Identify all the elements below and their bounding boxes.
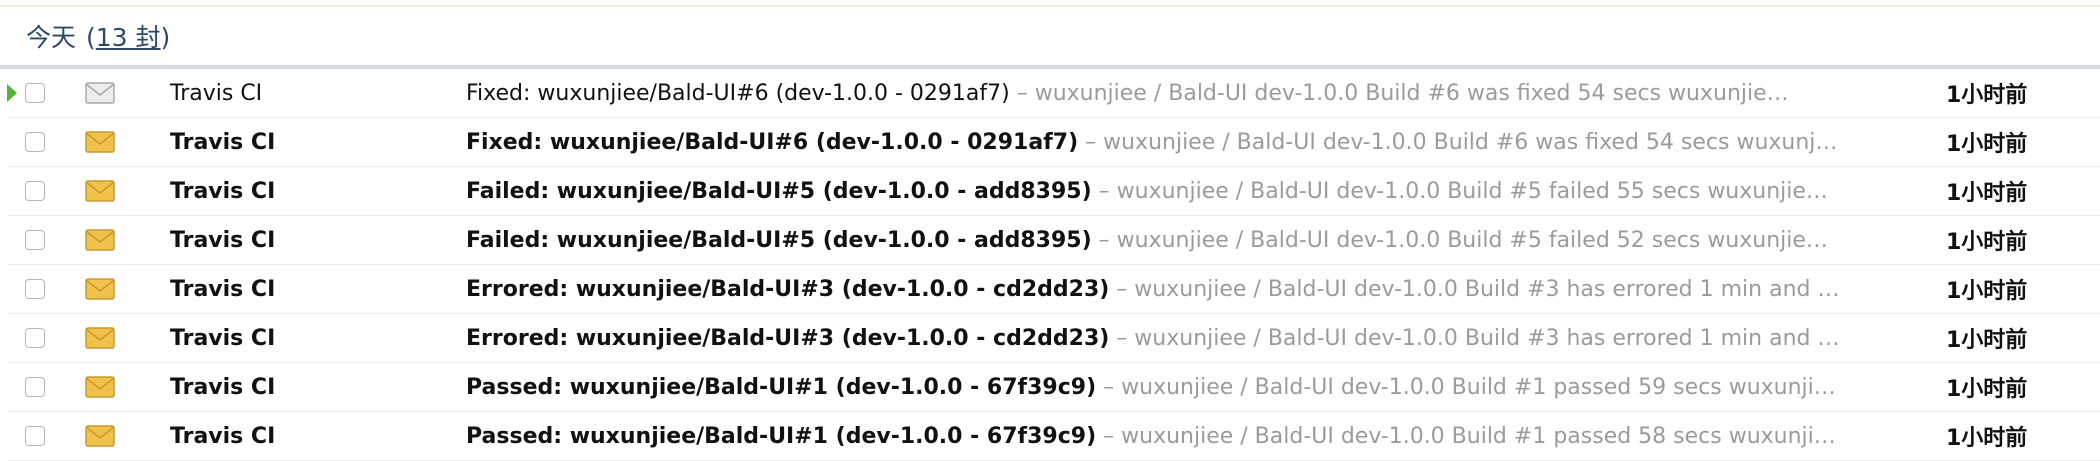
mail-row[interactable]: Travis CI Errored: wuxunjiee/Bald-UI#3 (d… [8,265,2100,314]
mail-count-close: ) [160,23,171,52]
mail-count-open: ( [86,23,96,52]
mail-row[interactable]: Travis CI Errored: wuxunjiee/Bald-UI#3 (d… [8,314,2100,363]
mail-sender: Travis CI [170,276,276,302]
mail-preview: – wuxunjiee / Bald-UI dev-1.0.0 Build #1… [1096,423,1836,449]
mail-subject: Errored: wuxunjiee/Bald-UI#3 (dev-1.0.0 … [466,325,1110,351]
mail-subject: Failed: wuxunjiee/Bald-UI#5 (dev-1.0.0 -… [466,227,1092,253]
mail-preview: – wuxunjiee / Bald-UI dev-1.0.0 Build #5… [1091,178,1828,204]
row-checkbox[interactable] [25,83,45,103]
mail-summary: Failed: wuxunjiee/Bald-UI#5 (dev-1.0.0 -… [466,228,1916,253]
row-checkbox[interactable] [25,279,45,299]
date-group-title: 今天 [26,23,77,52]
date-group-header: 今天 (13 封) [0,7,2100,69]
mail-time: 1小时前 [1946,279,2028,304]
mail-row[interactable]: Travis CI Failed: wuxunjiee/Bald-UI#5 (de… [8,167,2100,216]
mail-subject: Failed: wuxunjiee/Bald-UI#5 (dev-1.0.0 -… [466,178,1092,204]
mail-subject: Fixed: wuxunjiee/Bald-UI#6 (dev-1.0.0 - … [466,129,1079,155]
row-checkbox[interactable] [25,426,45,446]
mail-time: 1小时前 [1946,230,2028,255]
mail-preview: – wuxunjiee / Bald-UI dev-1.0.0 Build #3… [1109,325,1840,351]
mail-sender: Travis CI [170,423,276,449]
mail-time: 1小时前 [1946,377,2028,402]
mail-summary: Fixed: wuxunjiee/Bald-UI#6 (dev-1.0.0 - … [466,130,1916,155]
mail-subject: Passed: wuxunjiee/Bald-UI#1 (dev-1.0.0 -… [466,423,1097,449]
mail-row[interactable]: Travis CI Passed: wuxunjiee/Bald-UI#1 (de… [8,363,2100,412]
top-border [0,0,2100,7]
envelope-icon [85,376,115,398]
envelope-icon [85,327,115,349]
mail-time: 1小时前 [1946,83,2028,108]
mail-row[interactable]: Travis CI Passed: wuxunjiee/Bald-UI#1 (de… [8,412,2100,461]
mail-sender: Travis CI [170,227,276,253]
row-checkbox[interactable] [25,230,45,250]
mail-preview: – wuxunjiee / Bald-UI dev-1.0.0 Build #3… [1109,276,1840,302]
mail-time: 1小时前 [1946,426,2028,451]
envelope-icon [85,131,115,153]
mail-summary: Passed: wuxunjiee/Bald-UI#1 (dev-1.0.0 -… [466,424,1916,449]
envelope-open-icon [85,82,115,104]
envelope-icon [85,180,115,202]
row-checkbox[interactable] [25,181,45,201]
mail-summary: Errored: wuxunjiee/Bald-UI#3 (dev-1.0.0 … [466,326,1916,351]
mail-subject: Fixed: wuxunjiee/Bald-UI#6 (dev-1.0.0 - … [466,80,1010,106]
mail-count-link[interactable]: 13 封 [96,23,161,52]
mail-sender: Travis CI [170,178,276,204]
mail-time: 1小时前 [1946,132,2028,157]
current-row-marker-icon [7,84,17,102]
envelope-icon [85,229,115,251]
mail-summary: Fixed: wuxunjiee/Bald-UI#6 (dev-1.0.0 - … [466,81,1916,106]
mail-preview: – wuxunjiee / Bald-UI dev-1.0.0 Build #6… [1009,80,1789,106]
mail-list: Travis CI Fixed: wuxunjiee/Bald-UI#6 (dev… [0,69,2100,461]
mail-time: 1小时前 [1946,328,2028,353]
mail-time: 1小时前 [1946,181,2028,206]
mail-subject: Passed: wuxunjiee/Bald-UI#1 (dev-1.0.0 -… [466,374,1097,400]
mail-sender: Travis CI [170,80,263,106]
envelope-icon [85,425,115,447]
mail-row[interactable]: Travis CI Fixed: wuxunjiee/Bald-UI#6 (dev… [7,69,2100,118]
mail-preview: – wuxunjiee / Bald-UI dev-1.0.0 Build #1… [1096,374,1836,400]
mail-row[interactable]: Travis CI Failed: wuxunjiee/Bald-UI#5 (de… [8,216,2100,265]
mail-sender: Travis CI [170,374,276,400]
mail-row[interactable]: Travis CI Fixed: wuxunjiee/Bald-UI#6 (dev… [8,118,2100,167]
mail-sender: Travis CI [170,325,276,351]
mail-preview: – wuxunjiee / Bald-UI dev-1.0.0 Build #5… [1091,227,1828,253]
envelope-icon [85,278,115,300]
mail-count: (13 封) [86,18,170,54]
row-checkbox[interactable] [25,132,45,152]
row-checkbox[interactable] [25,328,45,348]
mail-summary: Failed: wuxunjiee/Bald-UI#5 (dev-1.0.0 -… [466,179,1916,204]
mail-summary: Errored: wuxunjiee/Bald-UI#3 (dev-1.0.0 … [466,277,1916,302]
mail-preview: – wuxunjiee / Bald-UI dev-1.0.0 Build #6… [1078,129,1838,155]
mail-summary: Passed: wuxunjiee/Bald-UI#1 (dev-1.0.0 -… [466,375,1916,400]
row-checkbox[interactable] [25,377,45,397]
mail-subject: Errored: wuxunjiee/Bald-UI#3 (dev-1.0.0 … [466,276,1110,302]
mail-sender: Travis CI [170,129,276,155]
